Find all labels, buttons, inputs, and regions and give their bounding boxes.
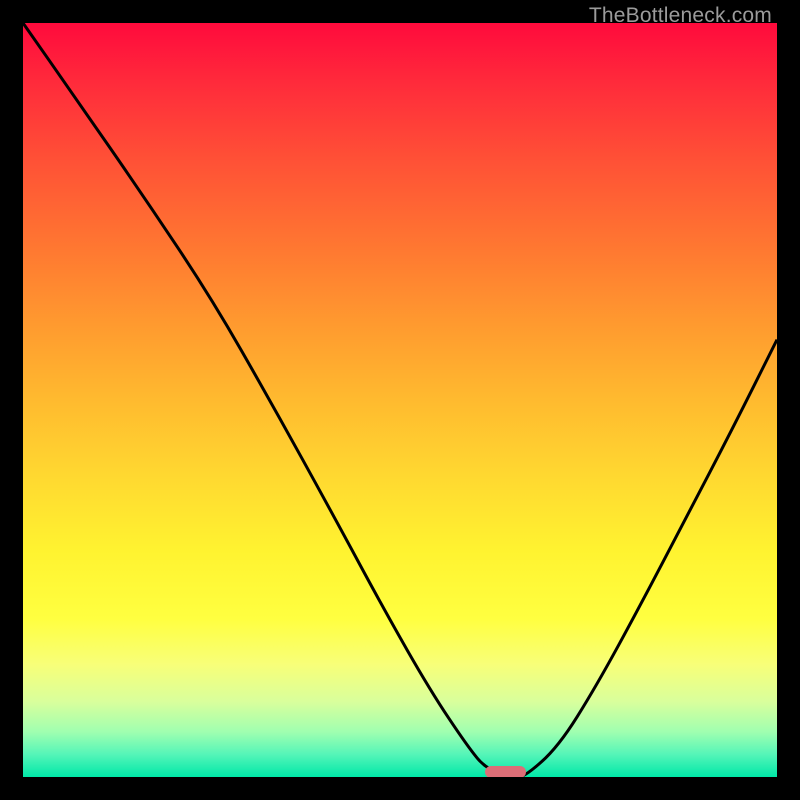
- optimal-marker: [485, 766, 527, 777]
- bottleneck-curve: [23, 23, 777, 777]
- bottleneck-chart: [23, 23, 777, 777]
- chart-frame: TheBottleneck.com: [0, 0, 800, 800]
- plot-area: [23, 23, 777, 777]
